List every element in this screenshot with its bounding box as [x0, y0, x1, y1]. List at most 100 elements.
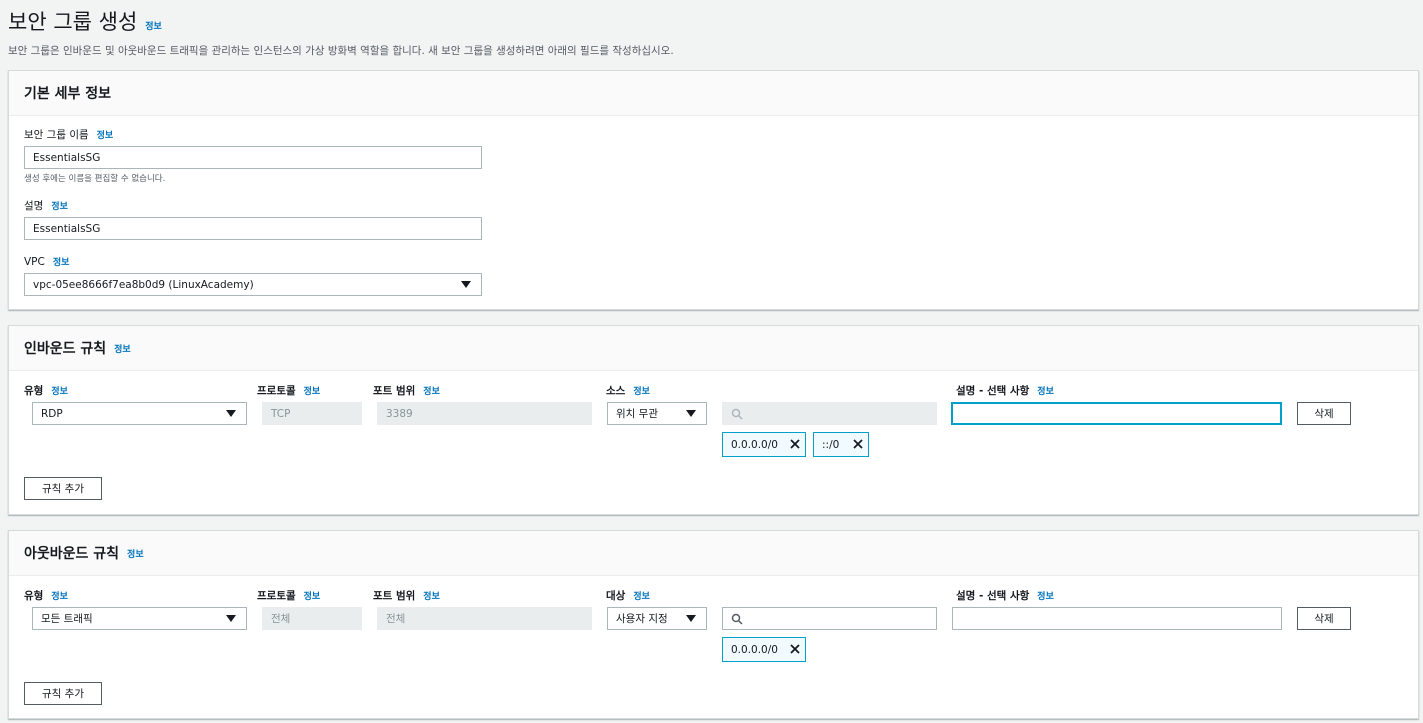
outbound-dest-value: 사용자 지정 [616, 613, 668, 625]
inbound-info-link[interactable]: 정보 [114, 342, 131, 355]
outbound-info-link[interactable]: 정보 [127, 547, 144, 560]
outbound-token-ipv4: 0.0.0.0/0 [722, 637, 806, 662]
outbound-rules-header: 아웃바운드 규칙 정보 [9, 531, 1418, 576]
inbound-desc-info-link[interactable]: 정보 [1037, 384, 1054, 397]
outbound-delete-button[interactable]: 삭제 [1297, 607, 1351, 630]
sg-name-label-text: 보안 그룹 이름 [24, 129, 89, 141]
inbound-type-select[interactable]: RDP [32, 402, 247, 425]
inbound-type-value: RDP [41, 407, 63, 420]
outbound-type-value: 모든 트래픽 [41, 613, 93, 625]
outbound-col-protocol-text: 프로토콜 [257, 590, 296, 602]
inbound-add-rule-button[interactable]: 규칙 추가 [24, 477, 102, 500]
outbound-col-type: 유형 정보 [24, 588, 68, 603]
inbound-protocol-info-link[interactable]: 정보 [304, 384, 321, 397]
outbound-col-protocol: 프로토콜 정보 [257, 588, 320, 603]
inbound-protocol-field: TCP [262, 402, 362, 425]
vpc-info-link[interactable]: 정보 [53, 255, 70, 268]
sg-desc-input[interactable]: EssentialsSG [24, 217, 482, 240]
sg-desc-value: EssentialsSG [33, 222, 101, 235]
close-icon[interactable] [788, 437, 802, 451]
outbound-col-desc-text: 설명 - 선택 사항 [956, 590, 1030, 602]
outbound-protocol-field: 전체 [262, 607, 362, 630]
inbound-col-type: 유형 정보 [24, 383, 68, 398]
vpc-label-text: VPC [24, 255, 45, 268]
caret-down-icon [226, 410, 236, 417]
caret-down-icon [226, 615, 236, 622]
outbound-type-select[interactable]: 모든 트래픽 [32, 607, 247, 630]
sg-name-input[interactable]: EssentialsSG [24, 146, 482, 169]
inbound-token-ipv4-text: 0.0.0.0/0 [731, 438, 778, 451]
inbound-port-value: 3389 [386, 407, 413, 420]
inbound-col-protocol: 프로토콜 정보 [257, 383, 320, 398]
outbound-col-port: 포트 범위 정보 [373, 588, 440, 603]
outbound-cidr-search[interactable] [722, 607, 937, 630]
outbound-dest-select[interactable]: 사용자 지정 [607, 607, 707, 630]
basic-details-panel: 기본 세부 정보 보안 그룹 이름 정보 EssentialsSG 생성 후에는… [8, 70, 1419, 310]
close-icon[interactable] [788, 642, 802, 656]
sg-desc-label-text: 설명 [24, 200, 44, 212]
close-icon[interactable] [851, 437, 865, 451]
outbound-desc-input[interactable] [952, 607, 1282, 630]
vpc-label: VPC 정보 [24, 255, 70, 269]
outbound-col-port-text: 포트 범위 [373, 590, 416, 602]
inbound-col-source-text: 소스 [606, 385, 626, 397]
inbound-col-source: 소스 정보 [606, 383, 650, 398]
caret-down-icon [686, 410, 696, 417]
inbound-rules-title: 인바운드 규칙 [24, 341, 107, 357]
search-icon [731, 613, 743, 625]
page-info-link[interactable]: 정보 [145, 19, 162, 32]
inbound-port-field: 3389 [377, 402, 592, 425]
inbound-col-protocol-text: 프로토콜 [257, 385, 296, 397]
outbound-col-type-text: 유형 [24, 590, 44, 602]
outbound-protocol-value: 전체 [271, 613, 291, 625]
search-icon [731, 408, 743, 420]
outbound-rules-title: 아웃바운드 규칙 [24, 546, 120, 562]
outbound-port-info-link[interactable]: 정보 [423, 589, 440, 602]
inbound-rules-header: 인바운드 규칙 정보 [9, 326, 1418, 371]
outbound-dest-info-link[interactable]: 정보 [633, 589, 650, 602]
sg-name-label: 보안 그룹 이름 정보 [24, 127, 113, 142]
inbound-source-value: 위치 무관 [616, 408, 658, 420]
outbound-col-desc: 설명 - 선택 사항 정보 [956, 588, 1054, 603]
outbound-token-ipv4-text: 0.0.0.0/0 [731, 643, 778, 656]
inbound-delete-button[interactable]: 삭제 [1297, 402, 1351, 425]
outbound-desc-info-link[interactable]: 정보 [1037, 589, 1054, 602]
sg-name-info-link[interactable]: 정보 [97, 128, 114, 141]
page-title-text: 보안 그룹 생성 [8, 10, 138, 34]
inbound-desc-input[interactable] [951, 402, 1282, 425]
outbound-port-field: 전체 [377, 607, 592, 630]
caret-down-icon [461, 281, 471, 288]
inbound-source-select[interactable]: 위치 무관 [607, 402, 707, 425]
inbound-source-info-link[interactable]: 정보 [633, 384, 650, 397]
outbound-add-rule-button[interactable]: 규칙 추가 [24, 682, 102, 705]
sg-name-value: EssentialsSG [33, 151, 101, 164]
inbound-rules-panel: 인바운드 규칙 정보 유형 정보 프로토콜 정보 포트 범위 정보 소스 정보 … [8, 325, 1419, 515]
inbound-token-ipv6-text: ::/0 [822, 438, 840, 451]
basic-details-header: 기본 세부 정보 [9, 71, 1418, 116]
basic-details-title: 기본 세부 정보 [24, 86, 112, 102]
inbound-protocol-value: TCP [271, 407, 291, 420]
inbound-col-port-text: 포트 범위 [373, 385, 416, 397]
inbound-col-port: 포트 범위 정보 [373, 383, 440, 398]
caret-down-icon [686, 615, 696, 622]
inbound-type-info-link[interactable]: 정보 [51, 384, 68, 397]
outbound-col-dest-text: 대상 [606, 590, 626, 602]
outbound-type-info-link[interactable]: 정보 [51, 589, 68, 602]
outbound-protocol-info-link[interactable]: 정보 [304, 589, 321, 602]
inbound-col-type-text: 유형 [24, 385, 44, 397]
page-description: 보안 그룹은 인바운드 및 아웃바운드 트래픽을 관리하는 인스턴스의 가상 방… [8, 45, 674, 57]
inbound-col-desc: 설명 - 선택 사항 정보 [956, 383, 1054, 398]
vpc-select[interactable]: vpc-05ee8666f7ea8b0d9 (LinuxAcademy) [24, 273, 482, 296]
outbound-rules-panel: 아웃바운드 규칙 정보 유형 정보 프로토콜 정보 포트 범위 정보 대상 정보… [8, 530, 1419, 719]
inbound-token-ipv4: 0.0.0.0/0 [722, 432, 806, 457]
inbound-port-info-link[interactable]: 정보 [423, 384, 440, 397]
outbound-port-value: 전체 [386, 613, 406, 625]
page-title: 보안 그룹 생성 정보 [8, 6, 162, 36]
vpc-value: vpc-05ee8666f7ea8b0d9 (LinuxAcademy) [33, 278, 254, 291]
sg-name-hint: 생성 후에는 이름을 편집할 수 없습니다. [24, 174, 166, 184]
sg-desc-info-link[interactable]: 정보 [51, 199, 68, 212]
sg-desc-label: 설명 정보 [24, 198, 68, 213]
inbound-col-desc-text: 설명 - 선택 사항 [956, 385, 1030, 397]
outbound-col-dest: 대상 정보 [606, 588, 650, 603]
inbound-cidr-search [722, 402, 937, 425]
